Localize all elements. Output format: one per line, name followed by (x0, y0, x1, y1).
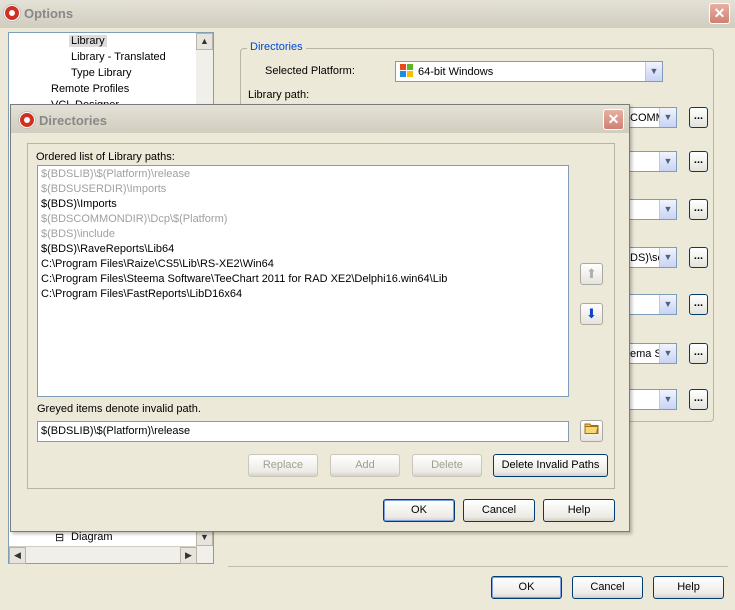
list-item[interactable]: $(BDS)\RaveReports\Lib64 (41, 243, 174, 255)
browse-button-4[interactable]: ... (689, 247, 708, 268)
app-icon (19, 112, 35, 128)
list-item[interactable]: $(BDSCOMMONDIR)\Dcp\$(Platform) (41, 213, 227, 225)
directories-title-bar[interactable]: Directories ✕ (11, 105, 629, 133)
scroll-up-icon[interactable]: ▲ (196, 33, 213, 50)
tree-hscrollbar[interactable]: ◀ ▶ (9, 546, 197, 564)
path-combo-5[interactable]: ▼ (627, 294, 677, 315)
close-icon[interactable]: ✕ (709, 3, 730, 24)
list-item[interactable]: C:\Program Files\FastReports\LibD16x64 (41, 288, 242, 300)
chevron-down-icon[interactable]: ▼ (659, 248, 676, 267)
options-title: Options (24, 6, 74, 21)
tree-expander-icon[interactable]: ⊟ (55, 531, 64, 544)
path-combo-2[interactable]: ▼ (627, 151, 677, 172)
chevron-down-icon[interactable]: ▼ (659, 390, 676, 409)
list-item[interactable]: $(BDS)\include (41, 228, 115, 240)
browse-button-5[interactable]: ... (689, 294, 708, 315)
ok-button[interactable]: OK (383, 499, 455, 522)
replace-button[interactable]: Replace (248, 454, 318, 477)
browse-button-6[interactable]: ... (689, 343, 708, 364)
arrow-up-icon: ⬆ (586, 266, 597, 281)
chevron-down-icon[interactable]: ▼ (645, 62, 662, 81)
move-down-button[interactable]: ⬇ (580, 303, 603, 325)
tree-item-library-translated[interactable]: Library - Translated (71, 51, 166, 63)
browse-folder-button[interactable] (580, 420, 603, 442)
list-item[interactable]: $(BDSUSERDIR)\Imports (41, 183, 166, 195)
list-item[interactable]: C:\Program Files\Steema Software\TeeChar… (41, 273, 447, 285)
scroll-right-icon[interactable]: ▶ (180, 547, 197, 564)
list-item[interactable]: $(BDS)\Imports (41, 198, 117, 210)
path-input[interactable]: $(BDSLIB)\$(Platform)\release (37, 421, 569, 442)
browse-button-3[interactable]: ... (689, 199, 708, 220)
delete-invalid-paths-button[interactable]: Delete Invalid Paths (493, 454, 608, 477)
list-label: Ordered list of Library paths: (36, 151, 175, 163)
options-title-bar[interactable]: Options ✕ (0, 0, 735, 28)
close-icon[interactable]: ✕ (603, 109, 624, 130)
folder-icon (584, 423, 599, 434)
platform-label: Selected Platform: (265, 65, 355, 77)
browse-button-2[interactable]: ... (689, 151, 708, 172)
directories-group-title: Directories (247, 41, 306, 53)
delete-button[interactable]: Delete (412, 454, 482, 477)
tree-item-remote-profiles[interactable]: Remote Profiles (51, 83, 129, 95)
library-path-label: Library path: (248, 89, 310, 101)
chevron-down-icon[interactable]: ▼ (659, 344, 676, 363)
directories-title: Directories (39, 113, 107, 128)
path-combo-7[interactable]: ▼ (627, 389, 677, 410)
arrow-down-icon: ⬇ (586, 306, 597, 321)
options-cancel-button[interactable]: Cancel (572, 576, 643, 599)
path-combo-4[interactable]: DS)\sc ▼ (627, 247, 677, 268)
list-item[interactable]: C:\Program Files\Raize\CS5\Lib\RS-XE2\Wi… (41, 258, 274, 270)
move-up-button[interactable]: ⬆ (580, 263, 603, 285)
platform-value: 64-bit Windows (418, 66, 494, 78)
windows-flag-icon (400, 64, 414, 81)
separator (228, 566, 728, 567)
chevron-down-icon[interactable]: ▼ (659, 152, 676, 171)
app-icon (4, 5, 20, 21)
invalid-hint: Greyed items denote invalid path. (37, 403, 201, 415)
help-button[interactable]: Help (543, 499, 615, 522)
options-help-button[interactable]: Help (653, 576, 724, 599)
add-button[interactable]: Add (330, 454, 400, 477)
browse-button-1[interactable]: ... (689, 107, 708, 128)
path-combo-1[interactable]: COMMON ▼ (627, 107, 677, 128)
options-ok-button[interactable]: OK (491, 576, 562, 599)
tree-item-library[interactable]: Library (69, 35, 107, 47)
browse-button-7[interactable]: ... (689, 389, 708, 410)
chevron-down-icon[interactable]: ▼ (659, 200, 676, 219)
path-combo-3[interactable]: ▼ (627, 199, 677, 220)
chevron-down-icon[interactable]: ▼ (659, 295, 676, 314)
scroll-left-icon[interactable]: ◀ (9, 547, 26, 564)
library-path-list[interactable]: $(BDSLIB)\$(Platform)\release $(BDSUSERD… (37, 165, 569, 397)
cancel-button[interactable]: Cancel (463, 499, 535, 522)
directories-dialog: Directories ✕ Ordered list of Library pa… (10, 104, 630, 532)
list-item[interactable]: $(BDSLIB)\$(Platform)\release (41, 168, 190, 180)
platform-select[interactable]: 64-bit Windows ▼ (395, 61, 663, 82)
chevron-down-icon[interactable]: ▼ (659, 108, 676, 127)
path-combo-6[interactable]: ema S ▼ (627, 343, 677, 364)
tree-item-type-library[interactable]: Type Library (71, 67, 132, 79)
tree-item-diagram[interactable]: Diagram (71, 531, 113, 543)
